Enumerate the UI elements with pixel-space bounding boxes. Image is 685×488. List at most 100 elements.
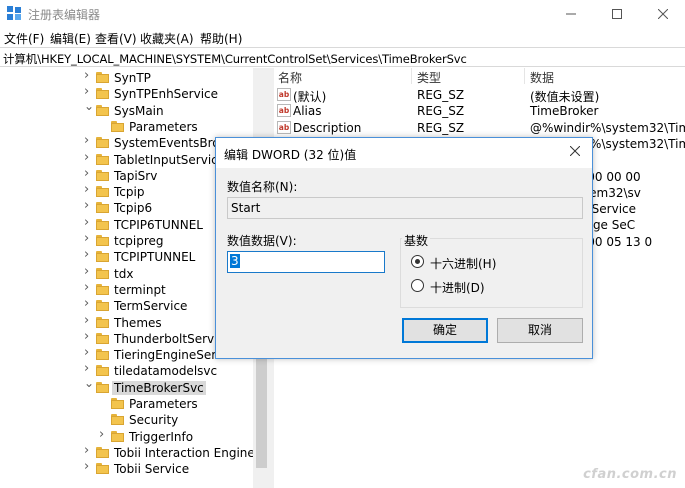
tree-item-label[interactable]: Tobii Interaction Engine [114, 446, 255, 460]
tree-item-label[interactable]: Security [129, 413, 178, 427]
tree-item-label[interactable]: SynTPEnhService [114, 87, 218, 101]
chevron-down-icon[interactable]: ⌄ [84, 377, 94, 389]
value-row[interactable]: ab (默认) REG_SZ (数值未设置) [274, 86, 685, 104]
tree-item-label[interactable]: tiledatamodelsvc [114, 364, 217, 378]
column-header-data[interactable]: 数据 [530, 69, 554, 86]
close-window-button[interactable] [640, 0, 685, 27]
radio-dec-label[interactable]: 十进制(D) [430, 279, 485, 296]
dialog-close-button[interactable] [566, 142, 584, 160]
chevron-right-icon[interactable]: › [84, 314, 92, 327]
chevron-right-icon[interactable]: › [84, 151, 92, 164]
tree-item-label[interactable]: tcpipreg [114, 234, 164, 248]
ok-button[interactable]: 确定 [402, 318, 488, 343]
cancel-button[interactable]: 取消 [497, 318, 583, 343]
radio-dec-indicator[interactable] [411, 279, 424, 292]
address-bar[interactable]: 计算机\HKEY_LOCAL_MACHINE\SYSTEM\CurrentCon… [0, 47, 685, 67]
tree-item[interactable]: › Tobii Interaction Engine [0, 444, 255, 461]
chevron-right-icon[interactable]: › [84, 167, 92, 180]
folder-icon [96, 88, 109, 100]
chevron-right-icon[interactable]: › [84, 460, 92, 473]
column-divider[interactable] [524, 68, 525, 84]
address-path[interactable]: 计算机\HKEY_LOCAL_MACHINE\SYSTEM\CurrentCon… [3, 51, 467, 67]
folder-icon [96, 365, 109, 377]
tree-item[interactable]: › tiledatamodelsvc [0, 362, 253, 379]
tree-item-label[interactable]: TriggerInfo [129, 430, 193, 444]
chevron-right-icon[interactable]: › [84, 346, 92, 359]
tree-item-label[interactable]: TapiSrv [114, 169, 157, 183]
tree-item[interactable]: › SynTP [0, 69, 253, 86]
radio-decimal[interactable]: 十进制(D) [411, 278, 561, 296]
close-icon [658, 8, 668, 19]
chevron-right-icon[interactable]: › [84, 330, 92, 343]
menu-edit[interactable]: 编辑(E) [50, 30, 91, 47]
column-header-name[interactable]: 名称 [278, 69, 302, 86]
tree-item-label[interactable]: Parameters [129, 397, 198, 411]
value-type-cell: REG_SZ [417, 104, 465, 119]
tree-item-label[interactable]: terminpt [114, 283, 166, 297]
chevron-right-icon[interactable]: › [84, 281, 92, 294]
tree-item[interactable]: › TriggerInfo [0, 428, 253, 445]
value-data-input[interactable]: 3 [227, 251, 385, 273]
tree-item-label[interactable]: ThunderboltService [114, 332, 231, 346]
chevron-right-icon[interactable]: › [84, 444, 92, 457]
tree-item[interactable]: ⌄ SysMain [0, 100, 253, 119]
radio-hex-indicator[interactable] [411, 255, 424, 268]
tree-item-label[interactable]: TCPIP6TUNNEL [114, 218, 203, 232]
menu-file[interactable]: 文件(F) [4, 30, 44, 47]
watermark: cfan.com.cn [583, 467, 677, 482]
tree-item-label[interactable]: Tobii Service [114, 462, 189, 476]
tree-item-label[interactable]: TCPIPTUNNEL [114, 250, 195, 264]
radio-hex-label[interactable]: 十六进制(H) [430, 255, 496, 272]
chevron-right-icon[interactable]: › [99, 428, 107, 441]
tree-item[interactable]: › Tobii Service [0, 460, 253, 477]
menu-view[interactable]: 查看(V) [95, 30, 137, 47]
tree-item-label[interactable]: Tcpip [114, 185, 144, 199]
tree-item[interactable]: Security [0, 412, 253, 428]
maximize-button[interactable] [594, 0, 640, 27]
column-divider[interactable] [411, 68, 412, 84]
minimize-button[interactable] [548, 0, 594, 27]
tree-item-label[interactable]: TabletInputService [114, 153, 225, 167]
chevron-right-icon[interactable]: › [84, 232, 92, 245]
folder-icon [96, 300, 109, 312]
chevron-right-icon[interactable]: › [84, 85, 92, 98]
folder-icon [96, 332, 109, 344]
tree-item-label[interactable]: TermService [114, 299, 187, 313]
value-name-cell: Description [293, 120, 362, 135]
value-row[interactable]: ab Alias REG_SZ TimeBroker [274, 102, 685, 119]
tree-item[interactable]: ⌄ TimeBrokerSvc [0, 377, 253, 396]
tree-item-label[interactable]: SysMain [114, 104, 164, 118]
chevron-right-icon[interactable]: › [84, 216, 92, 229]
menu-help[interactable]: 帮助(H) [200, 30, 242, 47]
tree-item-label[interactable]: Parameters [129, 120, 198, 134]
value-type-cell: REG_SZ [417, 120, 465, 135]
chevron-right-icon[interactable]: › [84, 362, 92, 375]
chevron-right-icon[interactable]: › [84, 69, 92, 82]
menu-favorites[interactable]: 收藏夹(A) [140, 30, 194, 47]
tree-item[interactable]: Parameters [0, 396, 253, 412]
folder-icon [96, 186, 109, 198]
chevron-right-icon[interactable]: › [84, 134, 92, 147]
column-header-type[interactable]: 类型 [417, 69, 441, 86]
tree-scroll-thumb[interactable] [256, 353, 267, 468]
value-data-text[interactable]: 3 [230, 254, 240, 268]
tree-item-label[interactable]: Themes [114, 316, 162, 330]
tree-item[interactable]: Parameters [0, 119, 253, 135]
chevron-right-icon[interactable]: › [84, 199, 92, 212]
tree-item-label[interactable]: tdx [114, 267, 133, 281]
chevron-right-icon[interactable]: › [84, 297, 92, 310]
chevron-right-icon[interactable]: › [84, 248, 92, 261]
chevron-down-icon[interactable]: ⌄ [84, 100, 94, 112]
folder-icon [111, 430, 124, 442]
tree-item-label[interactable]: TimeBrokerSvc [112, 380, 206, 395]
maximize-icon [612, 8, 622, 19]
chevron-right-icon[interactable]: › [84, 183, 92, 196]
tree-item-label[interactable]: Tcpip6 [114, 201, 152, 215]
window-title: 注册表编辑器 [28, 8, 101, 22]
chevron-right-icon[interactable]: › [84, 265, 92, 278]
tree-item[interactable]: › SynTPEnhService [0, 85, 253, 102]
radio-hexadecimal[interactable]: 十六进制(H) [411, 254, 561, 272]
tree-item-label[interactable]: SynTP [114, 71, 151, 85]
folder-icon [96, 267, 109, 279]
value-row[interactable]: ab Description REG_SZ @%windir%\system32\Ti… [274, 119, 685, 136]
